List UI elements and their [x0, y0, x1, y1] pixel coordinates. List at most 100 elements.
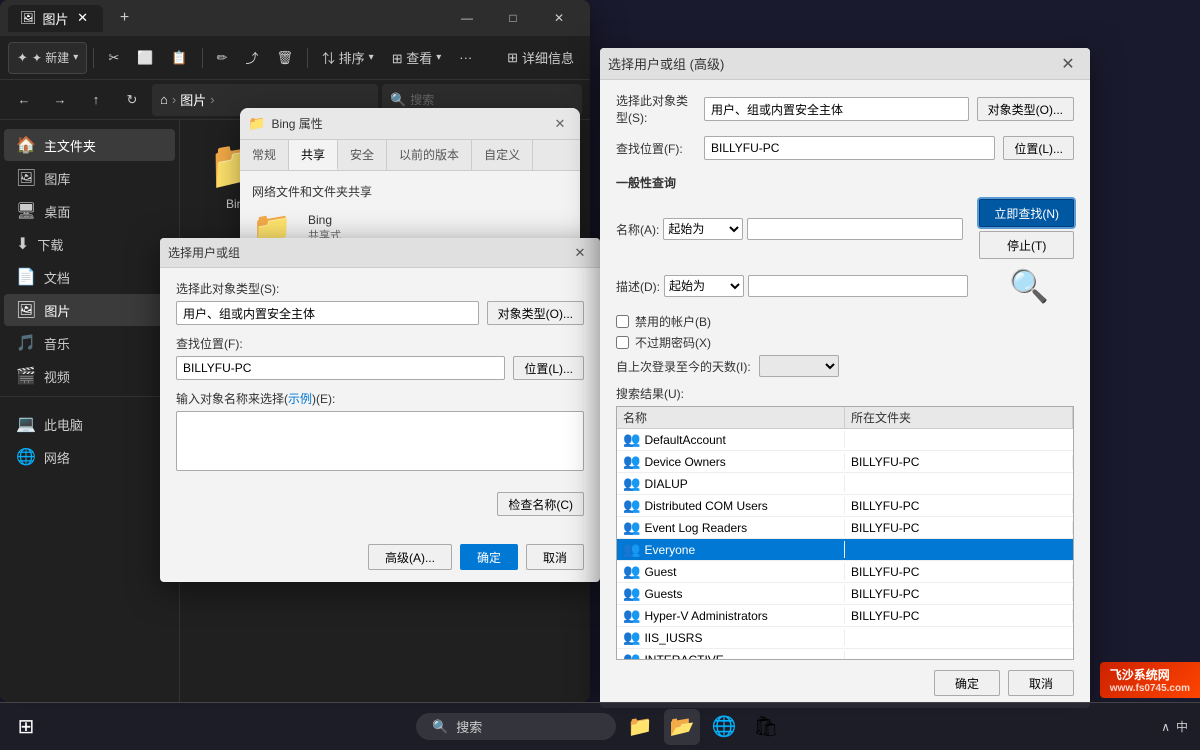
details-btn[interactable]: ⊞ 详细信息: [499, 42, 582, 74]
select-user-small-close[interactable]: ✕: [568, 241, 592, 265]
sidebar-item-music[interactable]: 🎵 音乐: [4, 327, 175, 359]
new-btn[interactable]: ✦ ✦ 新建 ▾: [8, 42, 87, 74]
tab-security[interactable]: 安全: [338, 140, 387, 170]
sidebar-item-home[interactable]: 🏠 主文件夹: [4, 129, 175, 161]
advanced-btn[interactable]: 高级(A)...: [368, 544, 452, 570]
location-btn[interactable]: 位置(L)...: [513, 356, 584, 380]
explorer-tab[interactable]: 🖼 图片 ✕: [8, 5, 103, 32]
stop-btn[interactable]: 停止(T): [979, 231, 1074, 259]
tab-custom[interactable]: 自定义: [472, 140, 533, 170]
bing-dialog-close[interactable]: ✕: [548, 112, 572, 136]
user-icon-6: 👥: [623, 563, 640, 580]
taskbar-folder-btn[interactable]: 📁: [622, 709, 658, 745]
object-type-btn[interactable]: 对象类型(O)...: [487, 301, 584, 325]
adv-object-type-btn[interactable]: 对象类型(O)...: [977, 97, 1074, 121]
result-row-8[interactable]: 👥 Hyper-V Administrators BILLYFU-PC: [617, 605, 1073, 627]
example-link[interactable]: 示例: [288, 392, 312, 406]
result-row-3[interactable]: 👥 Distributed COM Users BILLYFU-PC: [617, 495, 1073, 517]
adv-name-row: 名称(A): 起始为 立即查找(N) 停止(T): [616, 199, 1074, 259]
sidebar-item-videos[interactable]: 🎬 视频: [4, 360, 175, 392]
cancel-btn[interactable]: 取消: [526, 544, 584, 570]
result-name-1: Device Owners: [644, 455, 725, 469]
minimize-btn[interactable]: —: [444, 0, 490, 36]
refresh-btn[interactable]: ↻: [116, 84, 148, 116]
result-name-9: IIS_IUSRS: [644, 631, 702, 645]
tab-previous[interactable]: 以前的版本: [387, 140, 472, 170]
taskbar-store-btn[interactable]: 🛍: [748, 709, 784, 745]
user-icon-3: 👥: [623, 497, 640, 514]
object-input[interactable]: [176, 411, 584, 471]
adv-desc-filter[interactable]: 起始为: [664, 275, 744, 297]
adv-desc-label: 描述(D):: [616, 278, 660, 295]
view-btn[interactable]: ⊞ 查看 ▾: [384, 42, 450, 74]
days-select[interactable]: [759, 355, 839, 377]
start-btn[interactable]: ⊞: [8, 709, 44, 745]
sidebar-item-network[interactable]: 🌐 网络 ›: [4, 441, 175, 473]
disabled-acc-checkbox[interactable]: [616, 315, 629, 328]
up-btn[interactable]: ↑: [80, 84, 112, 116]
taskbar-explorer-btn[interactable]: 📂: [664, 709, 700, 745]
adv-close-btn[interactable]: ✕: [1054, 50, 1082, 78]
adv-location-input[interactable]: [704, 136, 995, 160]
delete-btn[interactable]: 🗑: [269, 42, 302, 74]
adv-desc-value[interactable]: [748, 275, 968, 297]
result-row-5[interactable]: 👥 Everyone: [617, 539, 1073, 561]
adv-cancel-btn[interactable]: 取消: [1008, 670, 1074, 696]
bing-folder-name: Bing: [308, 213, 341, 227]
result-row-7[interactable]: 👥 Guests BILLYFU-PC: [617, 583, 1073, 605]
sidebar-item-desktop[interactable]: 🖥 桌面: [4, 195, 175, 227]
sidebar-label-network: 网络: [44, 448, 70, 467]
back-btn[interactable]: ←: [8, 84, 40, 116]
result-cell-name-7: 👥 Guests: [617, 585, 845, 602]
tab-close-btn[interactable]: ✕: [75, 10, 91, 26]
result-row-1[interactable]: 👥 Device Owners BILLYFU-PC: [617, 451, 1073, 473]
result-row-6[interactable]: 👥 Guest BILLYFU-PC: [617, 561, 1073, 583]
tab-share[interactable]: 共享: [289, 140, 338, 170]
taskbar-edge-btn[interactable]: 🌐: [706, 709, 742, 745]
no-expire-checkbox[interactable]: [616, 336, 629, 349]
result-loc-1: BILLYFU-PC: [851, 455, 919, 469]
taskbar-search[interactable]: 🔍 搜索: [416, 713, 616, 740]
sidebar-label-downloads: 下载: [37, 235, 63, 254]
object-type-input[interactable]: [176, 301, 479, 325]
ok-btn[interactable]: 确定: [460, 544, 518, 570]
adv-ok-btn[interactable]: 确定: [934, 670, 1000, 696]
adv-disabled-check-row: 禁用的帐户(B): [616, 313, 1074, 330]
check-names-btn[interactable]: 检查名称(C): [497, 492, 584, 516]
adv-name-filter[interactable]: 起始为: [663, 218, 743, 240]
adv-object-type-input[interactable]: [704, 97, 969, 121]
cut-btn[interactable]: ✂: [100, 42, 127, 74]
maximize-btn[interactable]: □: [490, 0, 536, 36]
new-tab-btn[interactable]: +: [111, 4, 139, 32]
adv-name-value[interactable]: [747, 218, 963, 240]
results-table: 名称 所在文件夹 👥 DefaultAccount 👥 Device Owner…: [616, 406, 1074, 660]
share-btn[interactable]: ⤴: [238, 42, 267, 74]
sidebar-item-downloads[interactable]: ⬇ 下载: [4, 228, 175, 260]
close-btn[interactable]: ✕: [536, 0, 582, 36]
sidebar-item-gallery[interactable]: 🖼 图库: [4, 162, 175, 194]
more-btn[interactable]: ···: [451, 42, 480, 74]
adv-location-btn[interactable]: 位置(L)...: [1003, 136, 1074, 160]
sidebar-item-documents[interactable]: 📄 文档: [4, 261, 175, 293]
rename-btn[interactable]: ✏: [209, 42, 236, 74]
copy-btn[interactable]: ⬜: [129, 42, 161, 74]
result-row-2[interactable]: 👥 DIALUP: [617, 473, 1073, 495]
location-input[interactable]: [176, 356, 505, 380]
forward-btn[interactable]: →: [44, 84, 76, 116]
sidebar-item-pictures[interactable]: 🖼 图片: [4, 294, 175, 326]
search-now-btn[interactable]: 立即查找(N): [979, 199, 1074, 227]
result-row-9[interactable]: 👥 IIS_IUSRS: [617, 627, 1073, 649]
result-cell-name-9: 👥 IIS_IUSRS: [617, 629, 845, 646]
documents-icon: 📄: [16, 267, 36, 287]
tab-general[interactable]: 常规: [240, 140, 289, 170]
result-row-0[interactable]: 👥 DefaultAccount: [617, 429, 1073, 451]
location-label: 查找位置(F):: [176, 335, 584, 352]
result-cell-loc-1: BILLYFU-PC: [845, 455, 1073, 469]
sort-btn[interactable]: ⇅ 排序 ▾: [314, 42, 382, 74]
paste-btn[interactable]: 📋: [163, 42, 195, 74]
sidebar-label-pc: 此电脑: [44, 415, 83, 434]
sidebar-item-pc[interactable]: 💻 此电脑 ›: [4, 408, 175, 440]
result-row-10[interactable]: 👥 INTERACTIVE: [617, 649, 1073, 660]
result-row-4[interactable]: 👥 Event Log Readers BILLYFU-PC: [617, 517, 1073, 539]
sidebar-label-documents: 文档: [44, 268, 70, 287]
